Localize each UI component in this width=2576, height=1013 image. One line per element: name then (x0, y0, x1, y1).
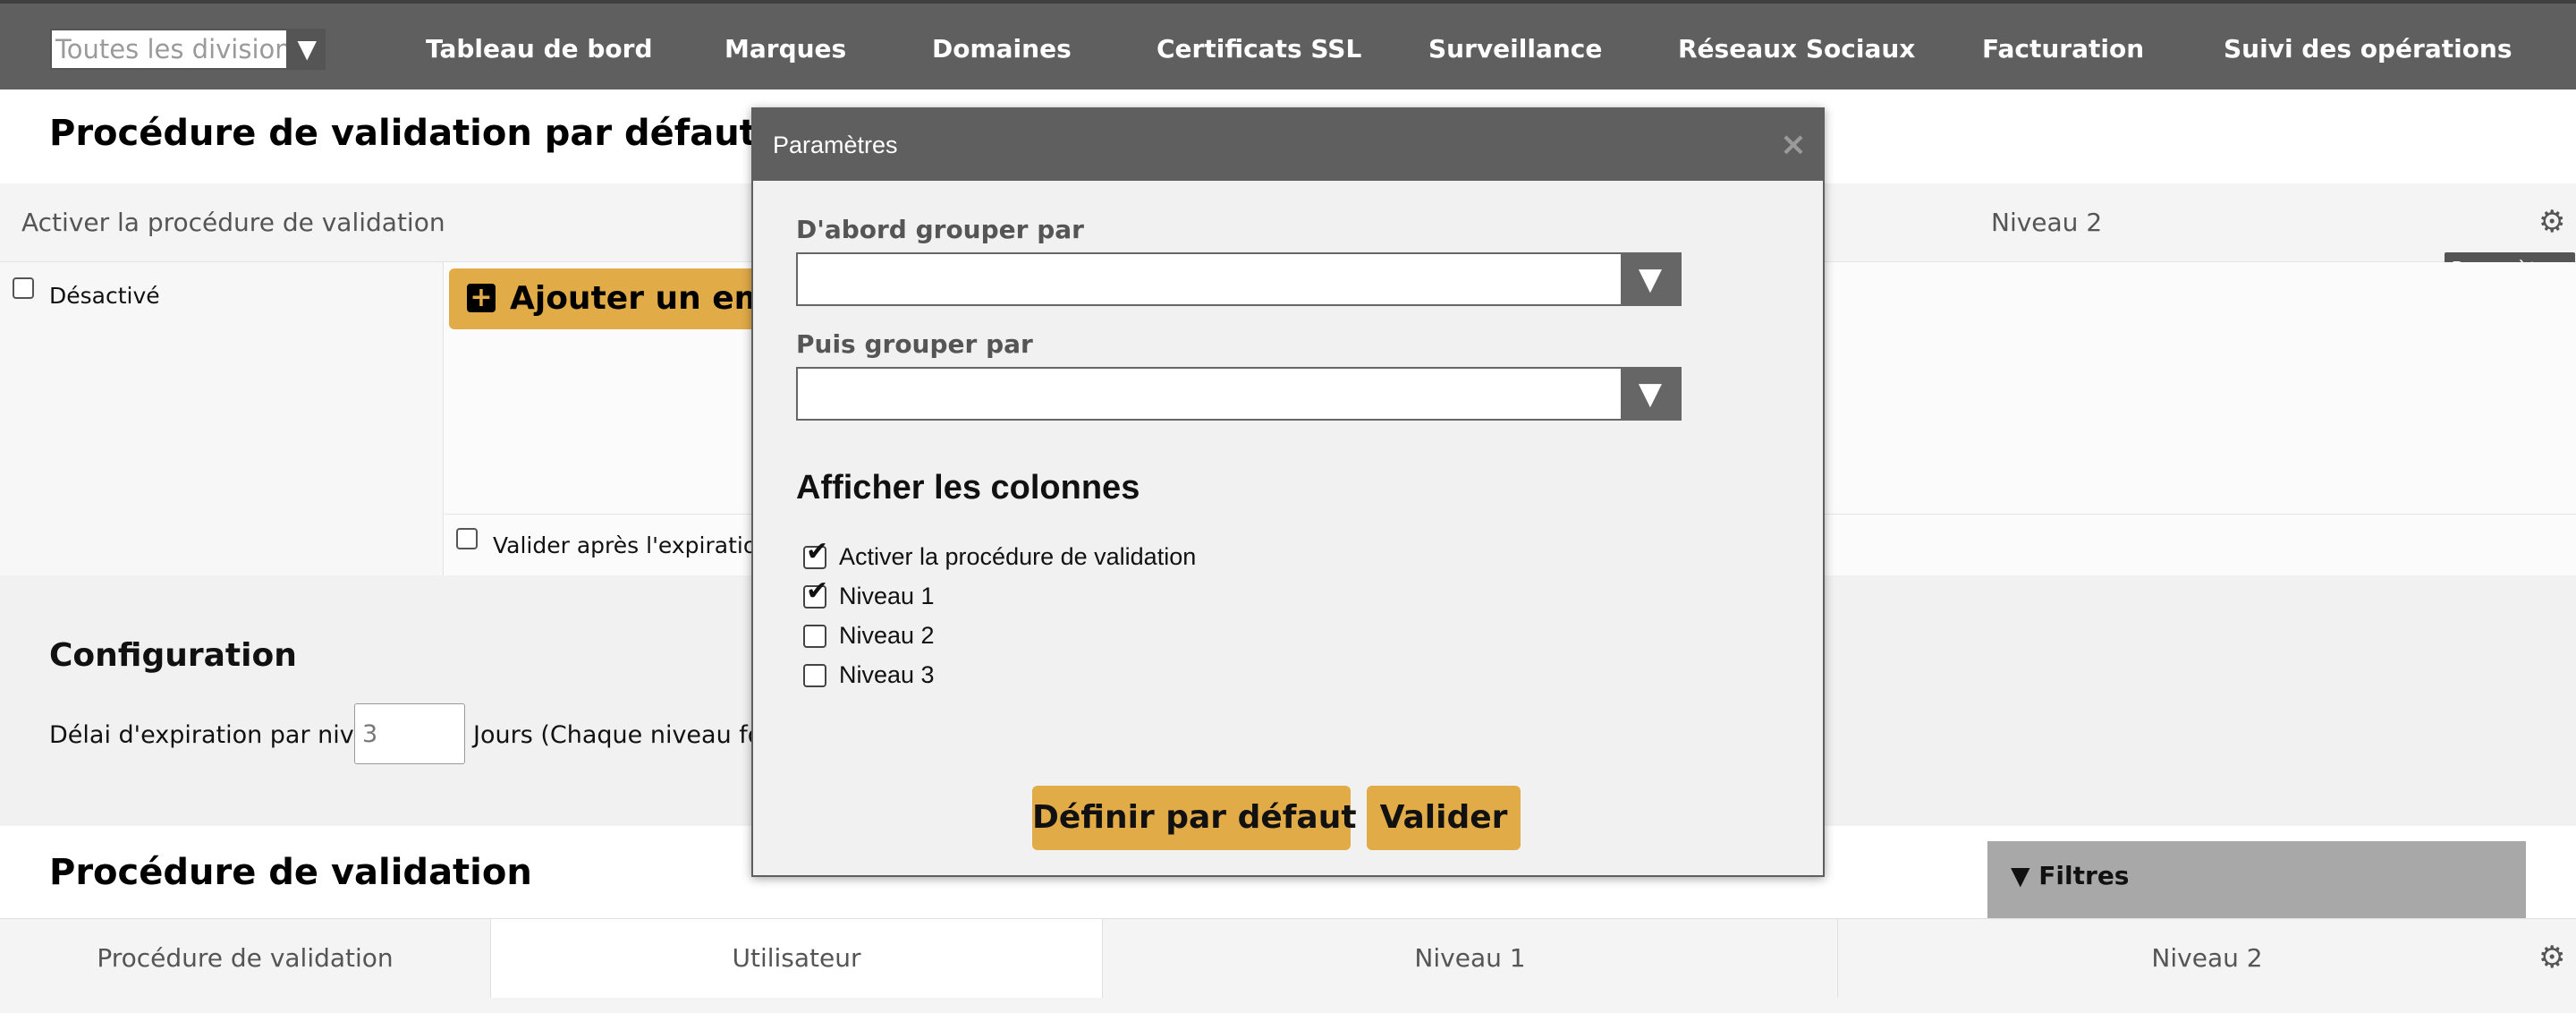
expiry-suffix: Jours (Chaque niveau fonc (473, 721, 792, 749)
nav-item-brands[interactable]: Marques (724, 29, 846, 70)
plus-icon: + (467, 284, 496, 312)
set-default-button[interactable]: Définir par défaut (1032, 786, 1357, 850)
modal-header: Paramètres × (753, 109, 1823, 181)
chevron-down-icon: ▼ (1621, 369, 1680, 419)
check-icon: ✔ (806, 575, 829, 607)
modal-title: Paramètres (773, 132, 898, 158)
nav-item-billing[interactable]: Facturation (1982, 29, 2144, 70)
expiry-days-input[interactable] (354, 703, 465, 764)
filters-panel[interactable]: ▼ Filtres (1987, 841, 2526, 920)
division-select[interactable]: Toutes les divisions ▼ (50, 29, 326, 70)
then-group-label: Puis grouper par (796, 329, 1033, 359)
validate-after-expiry-label: Valider après l'expiration ? (493, 532, 791, 558)
column-option-label: Niveau 2 (839, 622, 935, 649)
column-option-label: Activer la procédure de validation (839, 543, 1197, 570)
chevron-down-icon: ▼ (297, 34, 317, 64)
filters-label: Filtres (2038, 861, 2130, 890)
gear-icon-bottom[interactable]: ⚙ (2538, 940, 2565, 975)
validate-after-expiry-checkbox[interactable] (456, 528, 478, 549)
triangle-down-icon: ▼ (2011, 861, 2030, 890)
chevron-down-icon: ▼ (1621, 254, 1680, 304)
columns-title: Afficher les colonnes (796, 469, 1140, 506)
column-option-label: Niveau 3 (839, 661, 935, 688)
grid-row-left (0, 262, 444, 575)
column-header-level-1[interactable]: Niveau 1 (1103, 919, 1838, 998)
column-header-user[interactable]: Utilisateur (491, 919, 1103, 998)
section-title-validation-procedure: Procédure de validation (49, 852, 532, 893)
check-icon: ✔ (806, 536, 829, 567)
first-group-label: D'abord grouper par (796, 215, 1084, 244)
column-header-level-2[interactable]: Niveau 2 (1991, 183, 2102, 262)
checkbox[interactable] (803, 664, 826, 687)
expiry-label: Délai d'expiration par niveau (49, 721, 400, 749)
column-option-label: Niveau 1 (839, 583, 935, 609)
validate-button[interactable]: Valider (1367, 786, 1521, 850)
gear-icon[interactable]: ⚙ (2538, 204, 2565, 240)
column-header-procedure[interactable]: Procédure de validation (0, 919, 491, 998)
disabled-checkbox[interactable] (13, 277, 34, 299)
division-select-value: Toutes les divisions (52, 30, 286, 68)
disabled-label: Désactivé (49, 283, 160, 309)
nav-item-ssl-certificates[interactable]: Certificats SSL (1157, 29, 1361, 70)
page-title-default-procedure: Procédure de validation par défaut du d (49, 113, 859, 154)
nav-item-dashboard[interactable]: Tableau de bord (426, 29, 653, 70)
procedure-grid-header: Procédure de validation Utilisateur Nive… (0, 918, 2576, 1013)
first-group-select[interactable]: ▼ (796, 252, 1682, 306)
nav-item-operations-tracking[interactable]: Suivi des opérations (2224, 29, 2512, 70)
nav-item-social-networks[interactable]: Réseaux Sociaux (1678, 29, 1915, 70)
filters-toggle[interactable]: ▼ Filtres (2011, 861, 2129, 890)
add-email-button-label: Ajouter un ema (510, 280, 790, 317)
configuration-title: Configuration (49, 637, 297, 674)
checkbox[interactable] (803, 625, 826, 648)
column-header-activate[interactable]: Activer la procédure de validation (21, 183, 445, 262)
column-header-level-2-bottom[interactable]: Niveau 2 (1838, 919, 2576, 998)
nav-item-monitoring[interactable]: Surveillance (1428, 29, 1602, 70)
settings-modal: Paramètres × D'abord grouper par ▼ Puis … (751, 107, 1825, 877)
close-icon[interactable]: × (1780, 109, 1807, 181)
nav-item-domains[interactable]: Domaines (932, 29, 1072, 70)
top-navigation: Toutes les divisions ▼ Tableau de bord M… (0, 0, 2576, 89)
then-group-select[interactable]: ▼ (796, 367, 1682, 421)
